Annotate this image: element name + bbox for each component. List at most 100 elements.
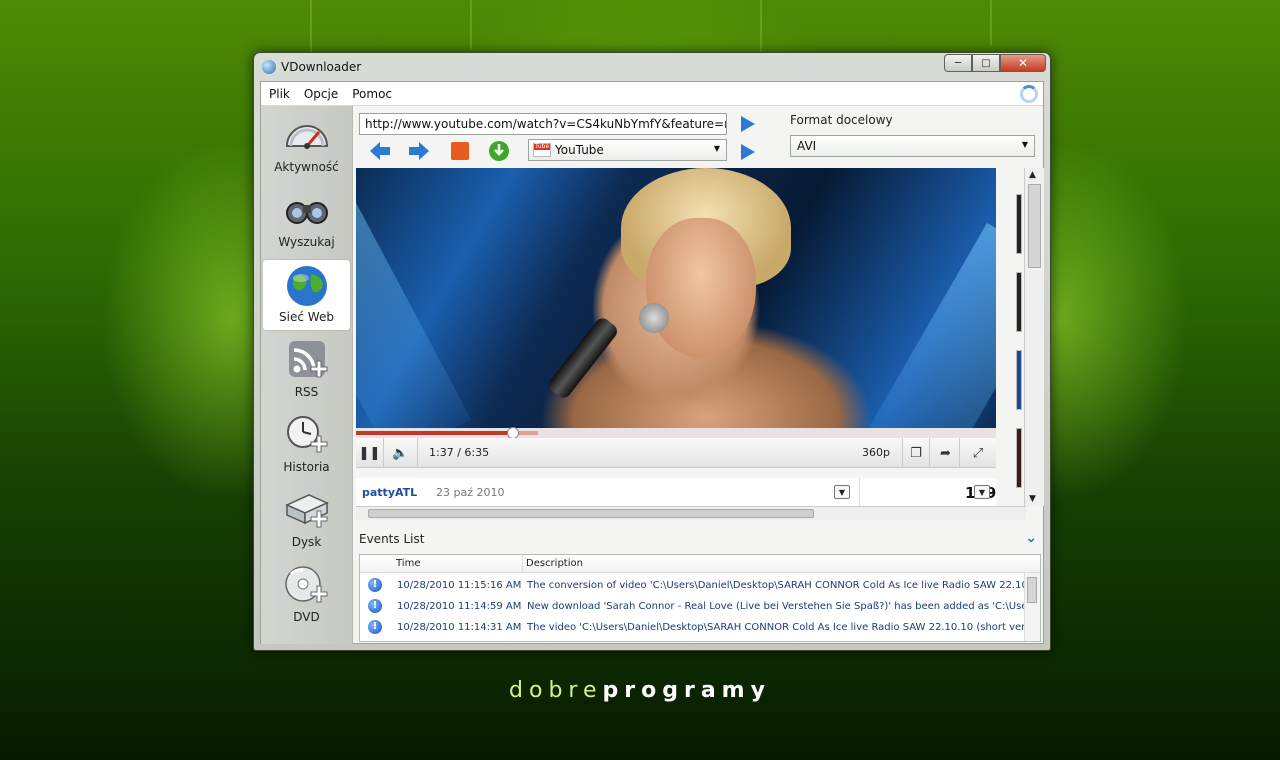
microphone-icon (639, 303, 669, 333)
events-title: Events List (359, 532, 425, 546)
sidebar-item-wyszukaj[interactable]: Wyszukaj (263, 185, 350, 255)
chevron-down-icon: ▼ (1021, 140, 1028, 149)
url-input[interactable]: http://www.youtube.com/watch?v=CS4kuNbYm… (359, 113, 727, 135)
sidebar-item-label: Historia (283, 460, 330, 474)
events-table-header: Time Description (360, 555, 1040, 573)
thumbnail[interactable] (1016, 194, 1022, 254)
brand-watermark: dobreprogramy (0, 678, 1280, 703)
expand-description-button[interactable]: ▼ (834, 485, 850, 499)
expand-stats-button[interactable]: ▼ (974, 485, 990, 499)
format-select-value: AVI (797, 139, 817, 153)
title-bar[interactable]: VDownloader ─ □ ✕ (254, 53, 1050, 81)
sidebar-item-label: DVD (293, 610, 320, 624)
thumbnail[interactable] (1016, 428, 1022, 488)
sidebar-item-dysk[interactable]: Dysk (263, 485, 350, 555)
menu-pomoc[interactable]: Pomoc (352, 87, 392, 101)
info-icon: ! (368, 599, 382, 613)
singer-face (646, 218, 756, 358)
menu-bar: Plik Opcje Pomoc (261, 82, 1043, 106)
sidebar-item-label: Aktywność (274, 160, 339, 174)
scrollbar-thumb[interactable] (1027, 577, 1037, 603)
event-description: New download 'Sarah Connor - Real Love (… (527, 601, 1041, 612)
dvd-add-icon (283, 564, 331, 608)
window-controls: ─ □ ✕ (944, 54, 1046, 72)
stop-button[interactable] (448, 139, 472, 163)
scrollbar-thumb[interactable] (368, 509, 814, 518)
minimize-button[interactable]: ─ (944, 54, 972, 72)
globe-icon (283, 264, 331, 308)
rss-add-icon (283, 339, 331, 383)
disk-add-icon (283, 489, 331, 533)
go-url-button[interactable] (740, 115, 756, 133)
horizontal-scrollbar[interactable] (356, 506, 1026, 520)
background-glow-line (310, 0, 312, 60)
close-button[interactable]: ✕ (1000, 54, 1046, 72)
site-select-value: YouTube (555, 143, 604, 157)
client-area: Plik Opcje Pomoc Aktywność Wyszukaj Sieć… (260, 81, 1044, 644)
popout-button[interactable]: ❐ (902, 438, 930, 468)
window-title: VDownloader (281, 60, 362, 74)
scroll-down-icon[interactable]: ▼ (1029, 494, 1036, 504)
sidebar: Aktywność Wyszukaj Sieć Web RSS Historia… (261, 106, 353, 644)
app-window: VDownloader ─ □ ✕ Plik Opcje Pomoc Aktyw… (253, 52, 1051, 651)
site-select[interactable]: Tube YouTube ▼ (528, 139, 727, 161)
vertical-scrollbar[interactable]: ▲ ▼ (1024, 168, 1044, 506)
binoculars-icon (283, 189, 331, 233)
sidebar-item-aktywnosc[interactable]: Aktywność (263, 110, 350, 180)
comment-username[interactable]: pattyATL (362, 486, 417, 499)
table-row[interactable]: ! 10/28/2010 11:15:16 AM The conversion … (360, 575, 1040, 596)
info-icon: ! (368, 578, 382, 592)
column-header-time[interactable]: Time (396, 558, 420, 569)
event-time: 10/28/2010 11:15:16 AM (397, 580, 522, 591)
format-label: Format docelowy (790, 113, 893, 127)
scrollbar-thumb[interactable] (1028, 184, 1041, 268)
thumbnail[interactable] (1016, 350, 1022, 410)
home-globe-button[interactable] (487, 139, 511, 163)
sidebar-item-label: Sieć Web (279, 310, 334, 324)
collapse-chevron-icon[interactable]: ⌄ (1025, 530, 1037, 546)
back-button[interactable] (368, 139, 392, 163)
sidebar-item-label: RSS (294, 385, 319, 399)
column-divider (522, 555, 523, 573)
background-glow-line (760, 0, 762, 55)
menu-opcje[interactable]: Opcje (304, 87, 338, 101)
menu-plik[interactable]: Plik (269, 87, 290, 101)
scroll-up-icon[interactable]: ▲ (1029, 170, 1036, 180)
sidebar-item-rss[interactable]: RSS (263, 335, 350, 405)
fullscreen-button[interactable]: ⤢ (964, 438, 992, 468)
maximize-button[interactable]: □ (972, 54, 1000, 72)
pause-button[interactable]: ❚❚ (356, 438, 384, 468)
event-time: 10/28/2010 11:14:31 AM (397, 622, 522, 633)
info-icon: ! (368, 620, 382, 634)
format-select[interactable]: AVI ▼ (790, 135, 1035, 157)
event-time: 10/28/2010 11:14:59 AM (397, 601, 522, 612)
video-progress-bar[interactable] (356, 427, 996, 439)
background-glow-line (990, 0, 992, 45)
volume-button[interactable]: 🔈 (384, 438, 418, 468)
related-thumbnails (1016, 194, 1024, 514)
brand-light-text: dobre (509, 678, 603, 703)
background-glow-line (470, 0, 472, 50)
table-row[interactable]: ! 10/28/2010 11:14:59 AM New download 'S… (360, 596, 1040, 617)
events-scrollbar[interactable] (1024, 573, 1040, 641)
sidebar-item-dvd[interactable]: DVD (263, 560, 350, 630)
player-controls: ❚❚ 🔈 1:37 / 6:35 360p ❐ ➦ ⤢ (356, 438, 996, 468)
events-header: Events List ⌄ (353, 528, 1043, 550)
share-button[interactable]: ➦ (932, 438, 960, 468)
quality-selector[interactable]: 360p (862, 446, 890, 459)
table-row[interactable]: ! 10/28/2010 11:14:31 AM The video 'C:\U… (360, 617, 1040, 638)
forward-button[interactable] (407, 139, 431, 163)
stage-light-beam (857, 222, 996, 428)
video-frame[interactable] (356, 168, 996, 428)
progress-fill (356, 431, 513, 435)
app-logo-icon (262, 60, 276, 74)
clock-add-icon (283, 414, 331, 458)
column-header-description[interactable]: Description (526, 558, 583, 569)
microphone-stand (545, 315, 621, 401)
youtube-logo-icon: Tube (533, 143, 551, 157)
sidebar-item-historia[interactable]: Historia (263, 410, 350, 480)
go-site-button[interactable] (740, 143, 756, 161)
playback-time: 1:37 / 6:35 (429, 446, 490, 459)
sidebar-item-siec-web[interactable]: Sieć Web (263, 260, 350, 330)
thumbnail[interactable] (1016, 272, 1022, 332)
